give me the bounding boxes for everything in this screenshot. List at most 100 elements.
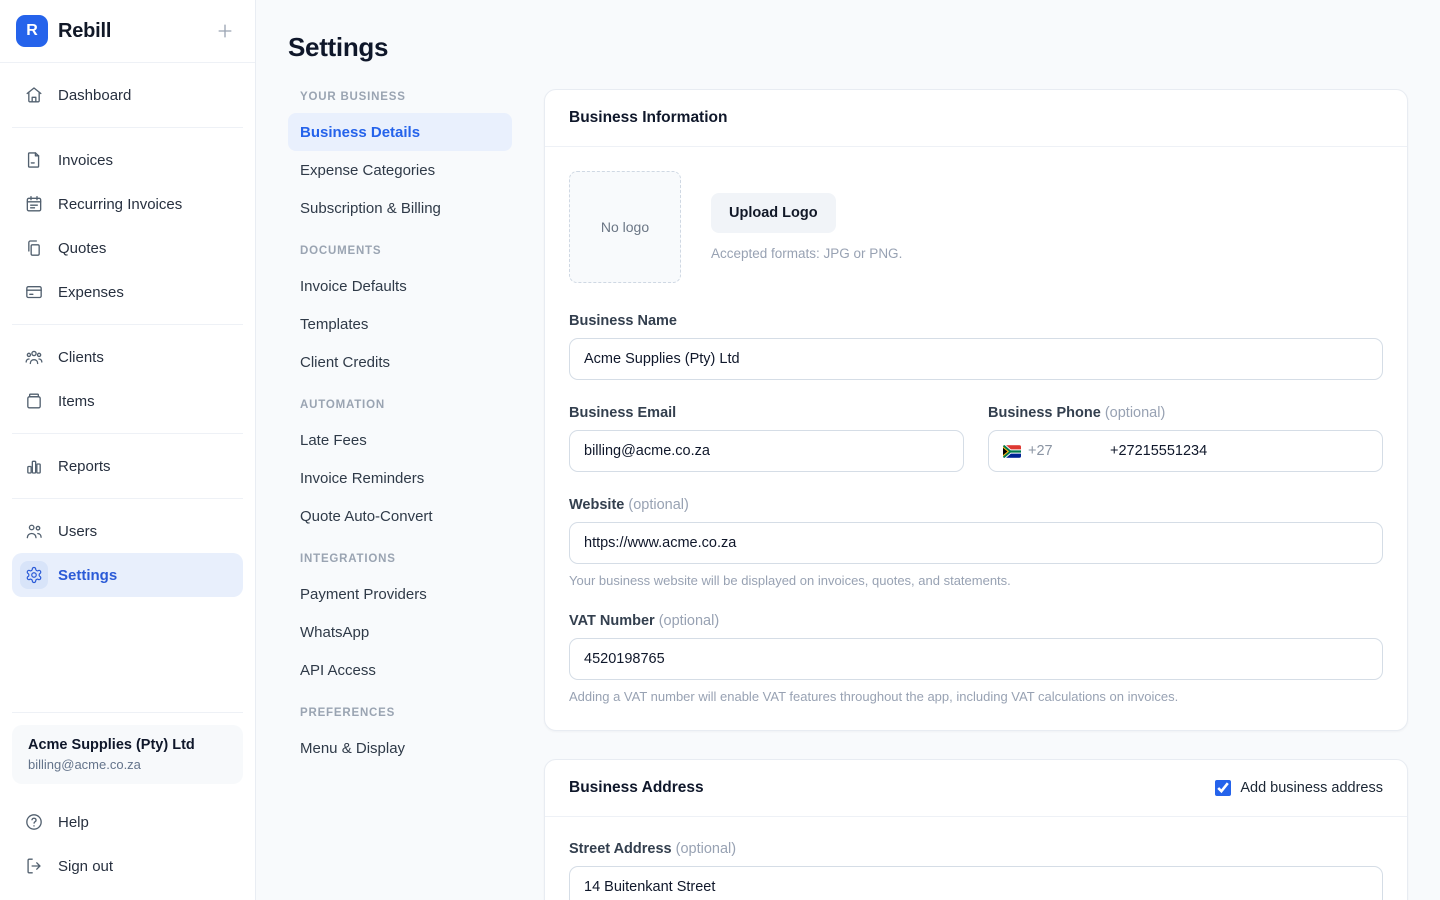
vat-number-input[interactable]	[569, 638, 1383, 680]
add-business-address-label: Add business address	[1240, 780, 1383, 796]
help-icon	[20, 808, 48, 836]
settings-nav-heading: DOCUMENTS	[288, 245, 512, 257]
business-name-label: Business Name	[569, 313, 1383, 329]
upload-formats-hint: Accepted formats: JPG or PNG.	[711, 246, 902, 261]
add-new-button[interactable]	[211, 17, 239, 45]
settings-nav-item-menu-display[interactable]: Menu & Display	[288, 729, 512, 767]
street-address-input[interactable]	[569, 866, 1383, 900]
settings-nav-item-quote-auto-convert[interactable]: Quote Auto-Convert	[288, 497, 512, 535]
add-business-address-toggle[interactable]: Add business address	[1215, 780, 1383, 796]
settings-nav-item-whatsapp[interactable]: WhatsApp	[288, 613, 512, 651]
vat-number-label: VAT Number (optional)	[569, 613, 1383, 629]
website-input[interactable]	[569, 522, 1383, 564]
sidebar-item-label: Invoices	[58, 152, 113, 169]
plus-icon	[215, 21, 235, 41]
sidebar-item-clients[interactable]: Clients	[12, 335, 243, 379]
settings-nav-item-api-access[interactable]: API Access	[288, 651, 512, 689]
optional-tag: (optional)	[628, 497, 688, 513]
page-title: Settings	[288, 32, 1408, 63]
home-icon	[20, 81, 48, 109]
settings-nav: YOUR BUSINESS Business Details Expense C…	[288, 89, 512, 767]
business-phone-input[interactable]	[1110, 431, 1382, 471]
sidebar-item-label: Reports	[58, 458, 111, 475]
users-icon	[20, 517, 48, 545]
archive-box-icon	[20, 387, 48, 415]
sidebar-item-users[interactable]: Users	[12, 509, 243, 553]
gear-icon	[20, 561, 48, 589]
optional-tag: (optional)	[676, 841, 736, 857]
sidebar-item-items[interactable]: Items	[12, 379, 243, 423]
sidebar-item-dashboard[interactable]: Dashboard	[12, 73, 243, 117]
settings-nav-item-client-credits[interactable]: Client Credits	[288, 343, 512, 381]
card-title: Business Information	[569, 109, 727, 127]
sign-out-icon	[20, 852, 48, 880]
sidebar-group-main: Dashboard	[0, 63, 255, 127]
sidebar-group-contacts: Clients Items	[0, 325, 255, 433]
help-button[interactable]: Help	[12, 800, 243, 844]
add-business-address-checkbox[interactable]	[1215, 780, 1231, 796]
settings-nav-item-payment-providers[interactable]: Payment Providers	[288, 575, 512, 613]
sidebar-item-label: Users	[58, 523, 97, 540]
settings-nav-item-invoice-reminders[interactable]: Invoice Reminders	[288, 459, 512, 497]
bar-chart-icon	[20, 452, 48, 480]
logo-placeholder: No logo	[569, 171, 681, 283]
business-email-input[interactable]	[569, 430, 964, 472]
sidebar-item-invoices[interactable]: Invoices	[12, 138, 243, 182]
settings-nav-item-invoice-defaults[interactable]: Invoice Defaults	[288, 267, 512, 305]
business-information-card: Business Information No logo Upload Logo…	[544, 89, 1408, 731]
sign-out-label: Sign out	[58, 858, 113, 875]
card-title: Business Address	[569, 779, 704, 797]
brand-name: Rebill	[58, 20, 111, 43]
settings-nav-heading: AUTOMATION	[288, 399, 512, 411]
sidebar-item-quotes[interactable]: Quotes	[12, 226, 243, 270]
settings-nav-item-late-fees[interactable]: Late Fees	[288, 421, 512, 459]
account-name: Acme Supplies (Pty) Ltd	[28, 737, 227, 753]
sidebar-item-label: Expenses	[58, 284, 124, 301]
sidebar-item-recurring-invoices[interactable]: Recurring Invoices	[12, 182, 243, 226]
settings-nav-heading: INTEGRATIONS	[288, 553, 512, 565]
sidebar-group-billing: Invoices Recurring Invoices Quotes Expen…	[0, 128, 255, 324]
sidebar-footer: Acme Supplies (Pty) Ltd billing@acme.co.…	[0, 712, 255, 888]
settings-nav-item-business-details[interactable]: Business Details	[288, 113, 512, 151]
copy-icon	[20, 234, 48, 262]
settings-nav-item-expense-categories[interactable]: Expense Categories	[288, 151, 512, 189]
business-phone-field: +27	[988, 430, 1383, 472]
sidebar-item-label: Recurring Invoices	[58, 196, 182, 213]
sidebar-item-label: Quotes	[58, 240, 106, 257]
settings-nav-heading: PREFERENCES	[288, 707, 512, 719]
optional-tag: (optional)	[659, 613, 719, 629]
brand-logo: R	[16, 15, 48, 47]
vat-helper: Adding a VAT number will enable VAT feat…	[569, 689, 1383, 704]
account-email: billing@acme.co.za	[28, 757, 227, 772]
business-name-input[interactable]	[569, 338, 1383, 380]
sign-out-button[interactable]: Sign out	[12, 844, 243, 888]
business-address-card: Business Address Add business address St…	[544, 759, 1408, 900]
business-phone-label: Business Phone (optional)	[988, 405, 1383, 421]
main-content: Settings YOUR BUSINESS Business Details …	[256, 0, 1440, 900]
calendar-icon	[20, 190, 48, 218]
website-label: Website (optional)	[569, 497, 1383, 513]
people-group-icon	[20, 343, 48, 371]
upload-logo-button[interactable]: Upload Logo	[711, 193, 836, 233]
south-africa-flag-icon	[1003, 445, 1021, 458]
sidebar-item-expenses[interactable]: Expenses	[12, 270, 243, 314]
sidebar-item-reports[interactable]: Reports	[12, 444, 243, 488]
help-label: Help	[58, 814, 89, 831]
sidebar-group-admin: Users Settings	[0, 499, 255, 607]
sidebar-item-label: Dashboard	[58, 87, 131, 104]
invoice-icon	[20, 146, 48, 174]
settings-nav-item-templates[interactable]: Templates	[288, 305, 512, 343]
divider	[12, 712, 243, 713]
dial-code: +27	[1028, 443, 1053, 459]
sidebar-item-settings[interactable]: Settings	[12, 553, 243, 597]
settings-nav-heading: YOUR BUSINESS	[288, 91, 512, 103]
account-card[interactable]: Acme Supplies (Pty) Ltd billing@acme.co.…	[12, 725, 243, 784]
credit-card-icon	[20, 278, 48, 306]
website-helper: Your business website will be displayed …	[569, 573, 1383, 588]
sidebar-group-reports: Reports	[0, 434, 255, 498]
sidebar: R Rebill Dashboard Invoices Recurring In…	[0, 0, 256, 900]
dial-code-selector[interactable]: +27	[989, 443, 1110, 459]
brand-header: R Rebill	[0, 0, 255, 63]
sidebar-item-label: Items	[58, 393, 95, 410]
settings-nav-item-subscription-billing[interactable]: Subscription & Billing	[288, 189, 512, 227]
